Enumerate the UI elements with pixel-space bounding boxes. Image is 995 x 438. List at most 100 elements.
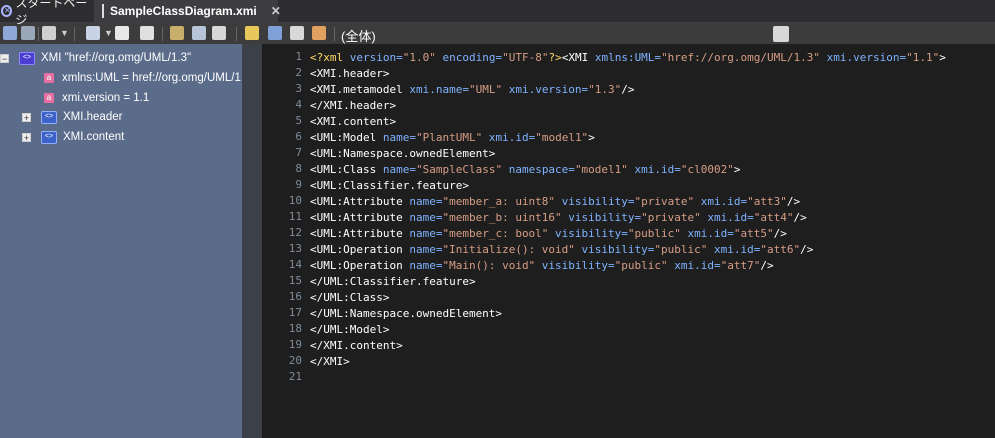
code-token: ?> bbox=[548, 51, 562, 64]
code-token: "cl0002" bbox=[680, 163, 734, 176]
line-number: 2 bbox=[295, 66, 302, 79]
code-line: <UML:Operation name="Main(): void" visib… bbox=[310, 258, 774, 274]
panel-splitter[interactable] bbox=[242, 44, 262, 438]
code-token: "1.3" bbox=[588, 83, 622, 96]
scope-dropdown[interactable]: (全体) bbox=[341, 26, 376, 45]
copy-icon[interactable] bbox=[115, 26, 129, 40]
code-token: <?xml bbox=[310, 51, 350, 64]
code-line: <UML:Class name="SampleClass" namespace=… bbox=[310, 162, 741, 178]
tree-node-xmi-root[interactable]: − <> XMI "href://org.omg/UML/1.3" bbox=[0, 49, 191, 67]
line-number: 16 bbox=[288, 290, 302, 303]
code-token: "public" bbox=[614, 259, 668, 272]
tab-sample-class-diagram[interactable]: SampleClassDiagram.xmi ✕ bbox=[94, 0, 281, 22]
line-number: 17 bbox=[288, 306, 302, 319]
code-token: "public" bbox=[654, 243, 708, 256]
code-line: <UML:Operation name="Initialize(): void"… bbox=[310, 242, 813, 258]
code-token: <UML:Operation bbox=[310, 243, 410, 256]
code-token: > bbox=[733, 163, 741, 176]
code-token: "Initialize(): void" bbox=[442, 243, 575, 256]
format-icon[interactable] bbox=[268, 26, 282, 40]
highlight-icon[interactable] bbox=[245, 26, 259, 40]
tab-bar: スタートページ SampleClassDiagram.xmi ✕ bbox=[0, 0, 995, 27]
code-line: <XMI.header> bbox=[310, 66, 389, 82]
tab-file-label: SampleClassDiagram.xmi bbox=[110, 4, 257, 18]
collapse-icon[interactable]: − bbox=[0, 53, 9, 63]
xml-tree-panel: − <> XMI "href://org.omg/UML/1.3" a xmln… bbox=[0, 44, 250, 438]
code-token: visibility= bbox=[535, 259, 615, 272]
code-line: <XMI.metamodel xmi.name="UML" xmi.versio… bbox=[310, 82, 635, 98]
code-token: name= bbox=[409, 195, 443, 208]
expand-icon[interactable]: + bbox=[22, 112, 31, 122]
element-icon: <> bbox=[19, 51, 35, 65]
code-token: <XMI.header> bbox=[310, 67, 390, 80]
code-line: </XMI.content> bbox=[310, 338, 403, 354]
tree-node-xmi-version[interactable]: a xmi.version = 1.1 bbox=[44, 89, 149, 107]
code-line: </UML:Classifier.feature> bbox=[310, 274, 476, 290]
code-token: name= bbox=[382, 131, 416, 144]
find-icon[interactable] bbox=[170, 26, 184, 40]
code-token: encoding= bbox=[435, 51, 503, 64]
toolbar-separator bbox=[74, 27, 75, 41]
code-token: xmi.id= bbox=[627, 163, 681, 176]
code-line: </UML:Class> bbox=[310, 290, 389, 306]
edit-icon[interactable] bbox=[86, 26, 100, 40]
start-page-icon bbox=[1, 5, 13, 17]
line-number: 10 bbox=[288, 194, 302, 207]
code-line: <XMI.content> bbox=[310, 114, 396, 130]
code-token: "member_b: uint16" bbox=[442, 211, 562, 224]
code-token: /> bbox=[621, 83, 635, 96]
document-icon bbox=[102, 4, 104, 18]
transform-icon[interactable] bbox=[312, 26, 326, 40]
code-token: "member_c: bool" bbox=[442, 227, 549, 240]
code-token: "1.1" bbox=[906, 51, 940, 64]
attribute-icon: a bbox=[44, 73, 54, 83]
expand-icon[interactable]: + bbox=[22, 132, 31, 142]
code-token: visibility= bbox=[548, 227, 628, 240]
code-token: /> bbox=[786, 195, 801, 208]
code-line: </XMI.header> bbox=[310, 98, 396, 114]
code-token: "private" bbox=[641, 211, 701, 224]
edit-chevron-down-icon[interactable]: ▼ bbox=[104, 28, 113, 38]
toolbar-separator bbox=[38, 27, 39, 41]
code-token: xmi.id= bbox=[667, 259, 721, 272]
line-number: 14 bbox=[288, 258, 302, 271]
code-token: "att5" bbox=[733, 227, 774, 240]
code-token: /> bbox=[773, 227, 787, 240]
code-line: <UML:Namespace.ownedElement> bbox=[310, 146, 495, 162]
line-number: 9 bbox=[295, 178, 302, 191]
tree-node-label: xmlns:UML = href://org.omg/UML/1.3 bbox=[62, 72, 251, 84]
list-view-icon[interactable] bbox=[21, 26, 35, 40]
validate-icon[interactable] bbox=[290, 26, 304, 40]
find-previous-icon[interactable] bbox=[212, 26, 226, 40]
code-token: "att3" bbox=[747, 195, 787, 208]
code-token: visibility= bbox=[561, 211, 642, 224]
tree-node-label: XMI.header bbox=[63, 111, 123, 123]
find-next-icon[interactable] bbox=[192, 26, 206, 40]
tree-node-xmi-content[interactable]: + <> XMI.content bbox=[22, 128, 124, 146]
toolbar-separator bbox=[162, 27, 163, 41]
line-number: 4 bbox=[295, 98, 302, 111]
view-options-icon[interactable] bbox=[42, 26, 56, 40]
document-outline-icon[interactable] bbox=[773, 26, 789, 42]
code-token: namespace= bbox=[502, 163, 575, 176]
code-token: </XMI.header> bbox=[310, 99, 397, 112]
line-number-gutter: 1 2 3 4 5 6 7 8 9 10 11 12 13 14 15 16 17 18 19 20 21 bbox=[262, 44, 308, 438]
xml-code-editor[interactable]: <?xml version="1.0" encoding="UTF-8"?><X… bbox=[310, 44, 995, 438]
code-token: <XMI bbox=[561, 51, 595, 64]
tree-node-xmi-header[interactable]: + <> XMI.header bbox=[22, 108, 122, 126]
code-line: <UML:Model name="PlantUML" xmi.id="model… bbox=[310, 130, 595, 146]
close-icon[interactable]: ✕ bbox=[271, 4, 281, 18]
view-options-chevron-down-icon[interactable]: ▼ bbox=[60, 28, 69, 38]
code-token: xmi.version= bbox=[502, 83, 589, 96]
code-token: "1.0" bbox=[402, 51, 436, 64]
code-token: xmi.id= bbox=[700, 211, 754, 224]
line-number: 21 bbox=[288, 370, 302, 383]
tree-node-xmlns-uml[interactable]: a xmlns:UML = href://org.omg/UML/1.3 bbox=[44, 69, 250, 87]
code-token: /> bbox=[793, 211, 807, 224]
line-number: 5 bbox=[295, 114, 302, 127]
attribute-icon: a bbox=[44, 93, 54, 103]
paste-icon[interactable] bbox=[140, 26, 154, 40]
line-number: 12 bbox=[288, 226, 302, 239]
expand-all-icon[interactable] bbox=[3, 26, 17, 40]
tab-start-page[interactable]: スタートページ bbox=[0, 0, 92, 27]
